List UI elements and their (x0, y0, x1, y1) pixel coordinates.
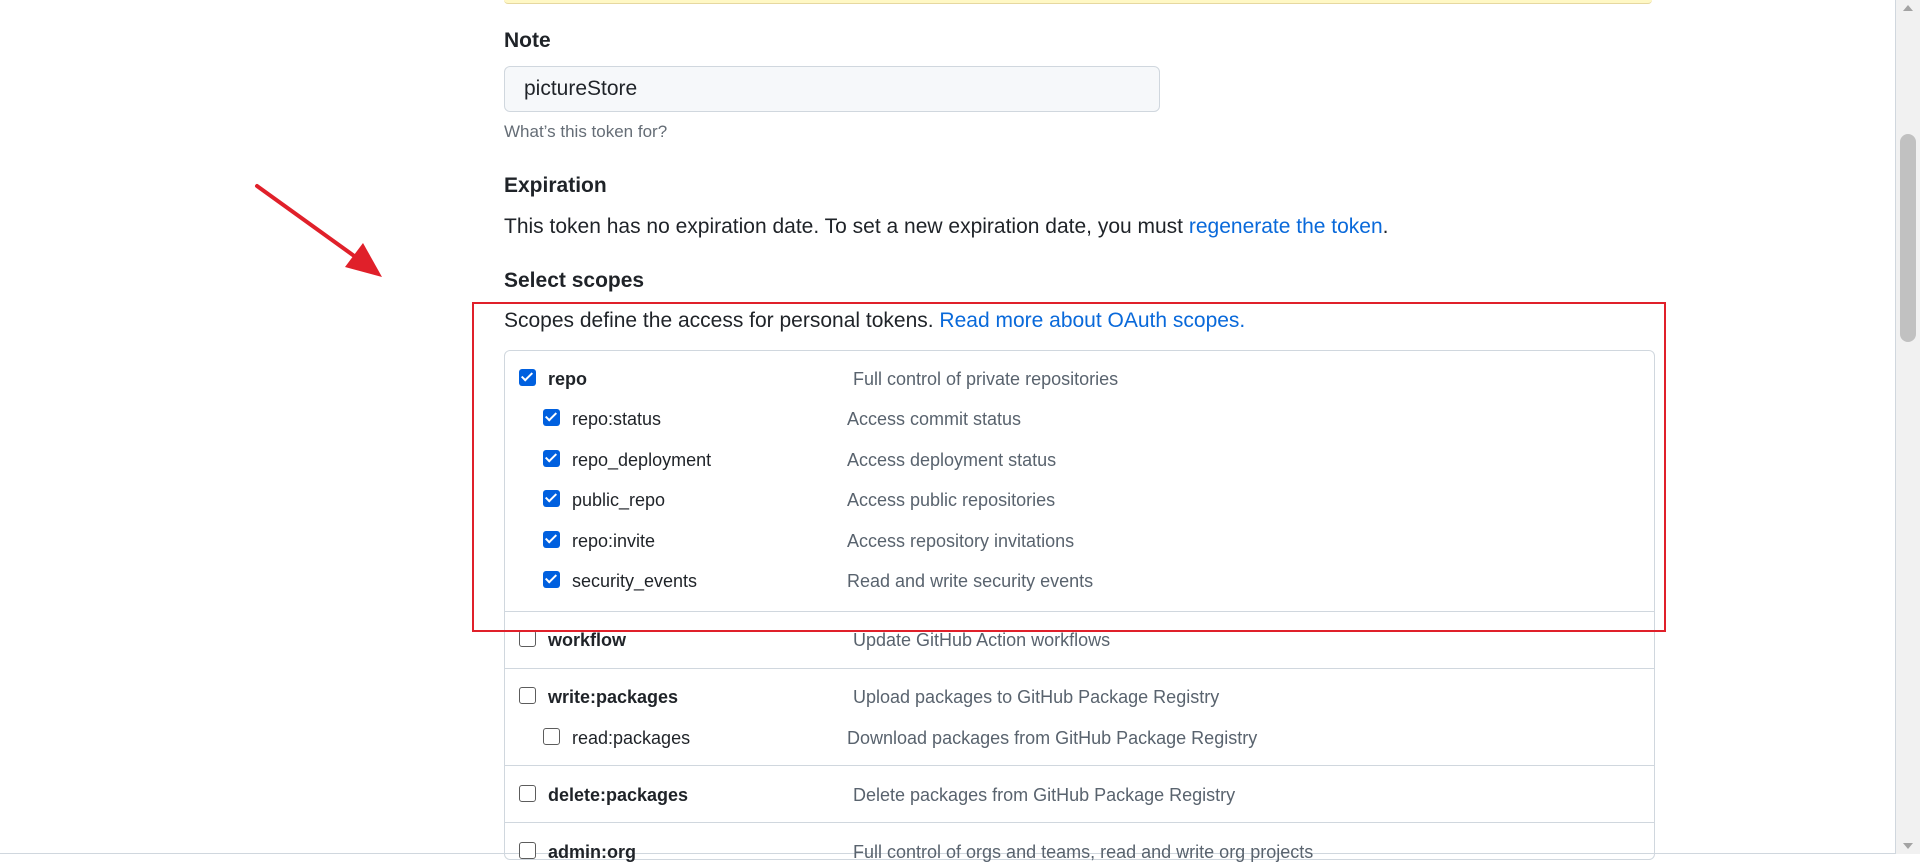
group-divider (505, 668, 1654, 669)
scope-name: write:packages (548, 687, 679, 707)
scope-description: Update GitHub Action workflows (853, 630, 1111, 650)
scroll-up-icon[interactable] (1903, 5, 1913, 11)
expiration-text-before: This token has no expiration date. To se… (504, 215, 1189, 238)
note-label: Note (504, 29, 551, 52)
note-input[interactable] (504, 66, 1160, 112)
scope-name: workflow (548, 630, 627, 650)
scope-row: delete:packages Delete packages from GitH… (504, 781, 1654, 811)
scroll-thumb[interactable] (1900, 134, 1916, 342)
group-divider (505, 765, 1654, 766)
scope-checkbox[interactable] (519, 630, 536, 647)
scope-description: Delete packages from GitHub Package Regi… (853, 785, 1236, 805)
annotation-highlight-box (472, 302, 1666, 632)
group-divider (505, 822, 1654, 823)
scope-checkbox[interactable] (519, 785, 536, 802)
scope-name: read:packages (572, 728, 691, 748)
expiration-label: Expiration (504, 174, 607, 197)
scope-row: read:packages Download packages from GitH… (504, 724, 1654, 754)
expiration-text: This token has no expiration date. To se… (504, 215, 1389, 239)
scope-name: admin:org (548, 842, 636, 862)
scope-description: Download packages from GitHub Package Re… (847, 728, 1258, 748)
scope-checkbox[interactable] (519, 842, 536, 859)
scope-checkbox[interactable] (519, 687, 536, 704)
scroll-down-icon[interactable] (1903, 843, 1913, 849)
annotation-arrow-icon (255, 184, 382, 277)
scope-description: Upload packages to GitHub Package Regist… (853, 687, 1220, 707)
scope-description: Full control of orgs and teams, read and… (853, 842, 1314, 862)
note-hint: What’s this token for? (504, 122, 668, 141)
select-scopes-label: Select scopes (504, 269, 645, 292)
warning-banner-edge (504, 0, 1652, 4)
vertical-scrollbar[interactable] (1896, 0, 1920, 854)
scope-row: admin:org Full control of orgs and teams,… (504, 838, 1654, 868)
scope-row: write:packages Upload packages to GitHub … (504, 683, 1654, 713)
scope-checkbox[interactable] (543, 728, 560, 745)
regenerate-token-link[interactable]: regenerate the token (1189, 215, 1383, 238)
scope-name: delete:packages (548, 785, 689, 805)
expiration-text-after: . (1382, 215, 1389, 238)
